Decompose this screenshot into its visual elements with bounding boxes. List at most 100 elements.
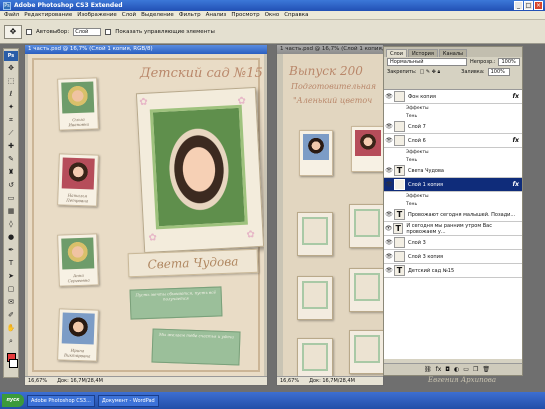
tab-channels[interactable]: Каналы [438, 49, 467, 57]
fill-field[interactable]: 100% [487, 68, 510, 76]
eye-icon[interactable]: 👁︎ [384, 93, 394, 100]
magic-wand-icon[interactable]: ✦ [5, 102, 17, 113]
add-mask-icon[interactable]: ◘ [445, 366, 450, 373]
layer-style-icon[interactable]: fx [436, 366, 442, 373]
menu-layer[interactable]: Слой [122, 12, 136, 18]
shape-tool-icon[interactable]: ▢ [5, 284, 17, 295]
eye-icon[interactable]: 👁︎ [384, 123, 394, 130]
maximize-button[interactable]: □ [524, 1, 533, 10]
zoom-readout[interactable]: 16,67% [280, 377, 299, 385]
layer-row-selected[interactable]: 👁︎ Слой 1 копия fx [384, 178, 522, 192]
close-button[interactable]: × [534, 1, 543, 10]
menu-select[interactable]: Выделение [141, 12, 174, 18]
show-controls-checkbox[interactable] [105, 28, 112, 35]
layer-row[interactable]: 👁︎ Слой 6 fx [384, 134, 522, 148]
eyedropper-icon[interactable]: ✐ [5, 310, 17, 321]
layer-row[interactable]: 👁︎ Слой 3 копия [384, 250, 522, 264]
layer-row[interactable]: 👁︎ T И сегодня мы ранним утром Вас провожа… [384, 222, 522, 236]
start-button[interactable]: пуск [2, 394, 24, 407]
history-brush-icon[interactable]: ↺ [5, 180, 17, 191]
shadow-row[interactable]: Тень [384, 112, 522, 120]
photo [61, 237, 95, 270]
slice-tool-icon[interactable]: ⟋ [5, 128, 17, 139]
shadow-row[interactable]: Тень [384, 200, 522, 208]
layer-row[interactable]: 👁︎ T Провожают сегодня малышей. Позади... [384, 208, 522, 222]
effects-row[interactable]: Эффекты [384, 148, 522, 156]
layer-thumbnail [394, 179, 405, 190]
adjustment-layer-icon[interactable]: ◐ [454, 366, 459, 373]
menu-window[interactable]: Окно [265, 12, 280, 18]
minimize-button[interactable]: _ [514, 1, 523, 10]
tab-history[interactable]: История [408, 49, 438, 57]
blur-tool-icon[interactable]: ◊ [5, 219, 17, 230]
flower-icon: ✿ [246, 229, 256, 241]
menu-help[interactable]: Справка [284, 12, 308, 18]
eraser-tool-icon[interactable]: ▭ [5, 193, 17, 204]
autoselect-dropdown[interactable]: Слой [73, 27, 102, 36]
layer-name: Слой 1 копия [408, 181, 443, 188]
taskbar-item-photoshop[interactable]: Adobe Photoshop CS3... [27, 394, 95, 407]
delete-layer-icon[interactable]: 🗑︎ [482, 366, 490, 373]
lock-icons[interactable]: □ ✎ ✥ 🔒︎ [420, 69, 441, 75]
new-group-icon[interactable]: ▭ [463, 366, 469, 373]
menu-bar: Файл Редактирование Изображение Слой Выд… [0, 11, 545, 20]
eye-icon[interactable]: 👁︎ [384, 211, 394, 218]
move-tool-preset-icon[interactable]: ✥ [4, 24, 22, 39]
crop-tool-icon[interactable]: ⌗ [5, 115, 17, 126]
menu-view[interactable]: Просмотр [231, 12, 259, 18]
zoom-readout[interactable]: 16,67% [28, 377, 47, 385]
main-child-photo[interactable]: ✿ ✿ ✿ ✿ [135, 86, 264, 254]
notes-tool-icon[interactable]: ✉ [5, 297, 17, 308]
brush-tool-icon[interactable]: ✎ [5, 154, 17, 165]
layer-row[interactable]: 👁︎ Слой 3 [384, 236, 522, 250]
layer-name: Провожают сегодня малышей. Позади... [408, 211, 516, 218]
menu-filter[interactable]: Фильтр [179, 12, 201, 18]
eye-icon[interactable]: 👁︎ [384, 167, 394, 174]
layer-name: Слой 6 [408, 137, 426, 144]
tab-layers[interactable]: Слои [386, 49, 407, 57]
menu-image[interactable]: Изображение [77, 12, 117, 18]
zoom-tool-icon[interactable]: ⌕ [5, 336, 17, 347]
background-color-swatch[interactable] [8, 359, 18, 368]
layer-row[interactable]: 👁︎ T Света Чудова [384, 164, 522, 178]
menu-file[interactable]: Файл [4, 12, 19, 18]
marquee-tool-icon[interactable]: ⬚ [5, 76, 17, 87]
eye-icon[interactable]: 👁︎ [384, 181, 394, 188]
effects-row[interactable]: Эффекты [384, 104, 522, 112]
layer-row[interactable]: 👁︎ T Детский сад №15 [384, 264, 522, 278]
blend-mode-dropdown[interactable]: Нормальный [387, 58, 467, 66]
document-tab-2[interactable]: 1 часть.psd @ 16,7% (Слой 1 копия, RGB/8… [277, 45, 383, 54]
autoselect-checkbox[interactable] [26, 28, 32, 35]
document-status-bar-1: 16,67% Док: 16,7M/28,4M [25, 376, 267, 385]
new-layer-icon[interactable]: ❐ [473, 366, 478, 373]
opacity-field[interactable]: 100% [498, 58, 521, 66]
ps-logo-icon: Ps [4, 51, 18, 61]
healing-brush-icon[interactable]: ✚ [5, 141, 17, 152]
lasso-tool-icon[interactable]: ℓ [5, 89, 17, 100]
eye-icon[interactable]: 👁︎ [384, 137, 394, 144]
menu-analysis[interactable]: Анализ [206, 12, 227, 18]
shadow-row[interactable]: Тень [384, 156, 522, 164]
eye-icon[interactable]: 👁︎ [384, 225, 393, 232]
options-bar: ✥ Автовыбор: Слой Показать управляющие э… [0, 20, 545, 44]
gradient-tool-icon[interactable]: ▦ [5, 206, 17, 217]
layer-row[interactable]: 👁︎ Фон копия fx [384, 90, 522, 104]
canvas-2[interactable]: Выпуск 200 Подготовительная "Аленький цв… [283, 54, 393, 376]
move-tool-icon[interactable]: ✥ [5, 63, 17, 74]
eye-icon[interactable]: 👁︎ [384, 239, 394, 246]
pen-tool-icon[interactable]: ✒ [5, 245, 17, 256]
eye-icon[interactable]: 👁︎ [384, 253, 394, 260]
menu-edit[interactable]: Редактирование [24, 12, 72, 18]
type-tool-icon[interactable]: T [5, 258, 17, 269]
layer-row[interactable]: 👁︎ Слой 7 [384, 120, 522, 134]
dodge-tool-icon[interactable]: ● [5, 232, 17, 243]
effects-row[interactable]: Эффекты [384, 192, 522, 200]
path-select-icon[interactable]: ➤ [5, 271, 17, 282]
hand-tool-icon[interactable]: ✋ [5, 323, 17, 334]
document-tab-1[interactable]: 1 часть.psd @ 16,7% (Слой 1 копия, RGB/8… [25, 45, 267, 54]
clone-stamp-icon[interactable]: ♜ [5, 167, 17, 178]
taskbar-item-wordpad[interactable]: Документ - WordPad [97, 394, 159, 407]
canvas-1[interactable]: Детский сад №15 Ольга Ивановна Наталья П… [28, 54, 264, 376]
link-layers-icon[interactable]: ⛓ [424, 366, 432, 373]
eye-icon[interactable]: 👁︎ [384, 267, 394, 274]
